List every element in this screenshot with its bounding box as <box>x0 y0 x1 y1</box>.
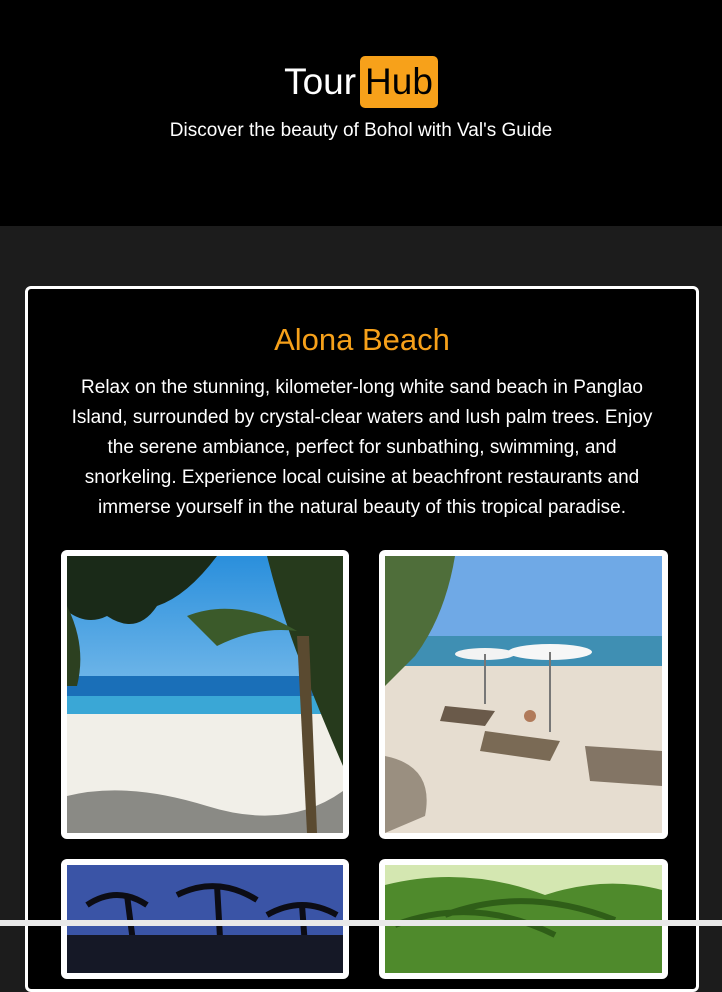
site-tagline: Discover the beauty of Bohol with Val's … <box>169 120 553 141</box>
horizontal-scrollbar[interactable] <box>0 920 722 926</box>
destination-description: Relax on the stunning, kilometer-long wh… <box>71 377 653 518</box>
destination-card: Alona Beach Relax on the stunning, kilom… <box>25 286 699 992</box>
logo-tour-text: Tour <box>284 61 357 102</box>
logo-hub-badge: Hub <box>360 56 438 108</box>
gallery-photo-2[interactable] <box>379 550 668 839</box>
palm-fronds-image <box>385 865 662 973</box>
destination-title: Alona Beach <box>274 322 450 357</box>
palm-trees-image <box>67 865 343 973</box>
gallery-photo-4[interactable] <box>379 859 668 979</box>
beach-loungers-image <box>385 556 662 833</box>
gallery-photo-3[interactable] <box>61 859 349 979</box>
beach-photo-image <box>67 556 343 833</box>
gallery-photo-1[interactable] <box>61 550 349 839</box>
site-header: Tour Hub Discover the beauty of Bohol wit… <box>0 0 722 226</box>
site-logo[interactable]: Tour Hub <box>0 56 722 108</box>
